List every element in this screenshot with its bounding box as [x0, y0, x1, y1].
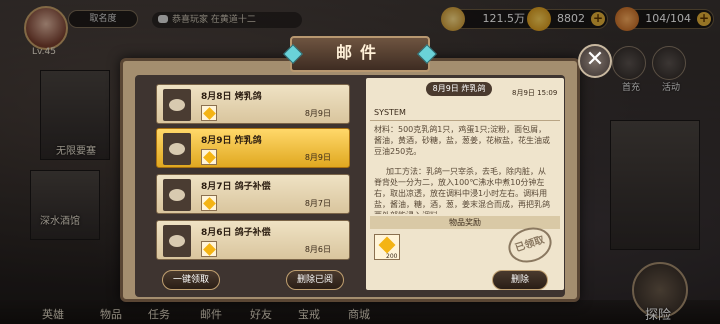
mail-item[interactable]: 8月6日 鸽子补偿 8月6日 [156, 220, 350, 260]
mail-item[interactable]: 8月8日 烤乳鸽 8月9日 [156, 84, 350, 124]
detail-title: 8月9日 炸乳鸽 [426, 82, 492, 96]
detail-sender: SYSTEM [374, 108, 406, 117]
envelope-icon [163, 133, 191, 165]
reward-diamond-icon [201, 195, 217, 211]
delete-button[interactable]: 删除 [492, 270, 548, 290]
mail-date: 8月7日 [304, 199, 331, 208]
detail-materials: 材料：500克乳鸽1只，鸡蛋1只;淀粉，面包屑，酱油，黄酒，砂糖，盐，葱姜，花椒… [374, 125, 550, 156]
envelope-icon [163, 89, 191, 121]
delete-read-button[interactable]: 删除已阅 [286, 270, 344, 290]
detail-date: 8月9日 15:09 [512, 89, 558, 97]
reward-diamond-icon [201, 149, 217, 165]
mail-date: 8月9日 [304, 109, 331, 118]
mail-subject: 8月9日 炸乳鸽 [201, 136, 262, 146]
close-button[interactable]: ✕ [578, 44, 612, 78]
envelope-icon [163, 179, 191, 211]
mail-date: 8月6日 [304, 245, 331, 254]
reward-quantity: 200 [386, 253, 398, 260]
mail-date: 8月9日 [304, 153, 331, 162]
envelope-icon [163, 225, 191, 257]
detail-method: 加工方法：乳鸽一只宰杀，去毛，除内脏，从脊背处一分为二，放入100℃沸水中煮10… [374, 167, 550, 214]
mail-subject: 8月6日 鸽子补偿 [201, 228, 271, 238]
mail-subject: 8月7日 鸽子补偿 [201, 182, 271, 192]
divider [370, 120, 560, 121]
mail-item[interactable]: 8月7日 鸽子补偿 8月7日 [156, 174, 350, 214]
mail-title: 邮件 [335, 43, 384, 62]
mail-subject: 8月8日 烤乳鸽 [201, 92, 262, 102]
mail-title-banner: 邮件 [283, 36, 437, 72]
reward-diamond-icon [201, 105, 217, 121]
reward-diamond-icon [201, 241, 217, 257]
mail-item-selected[interactable]: 8月9日 炸乳鸽 8月9日 [156, 128, 350, 168]
claim-all-button[interactable]: 一键领取 [162, 270, 220, 290]
